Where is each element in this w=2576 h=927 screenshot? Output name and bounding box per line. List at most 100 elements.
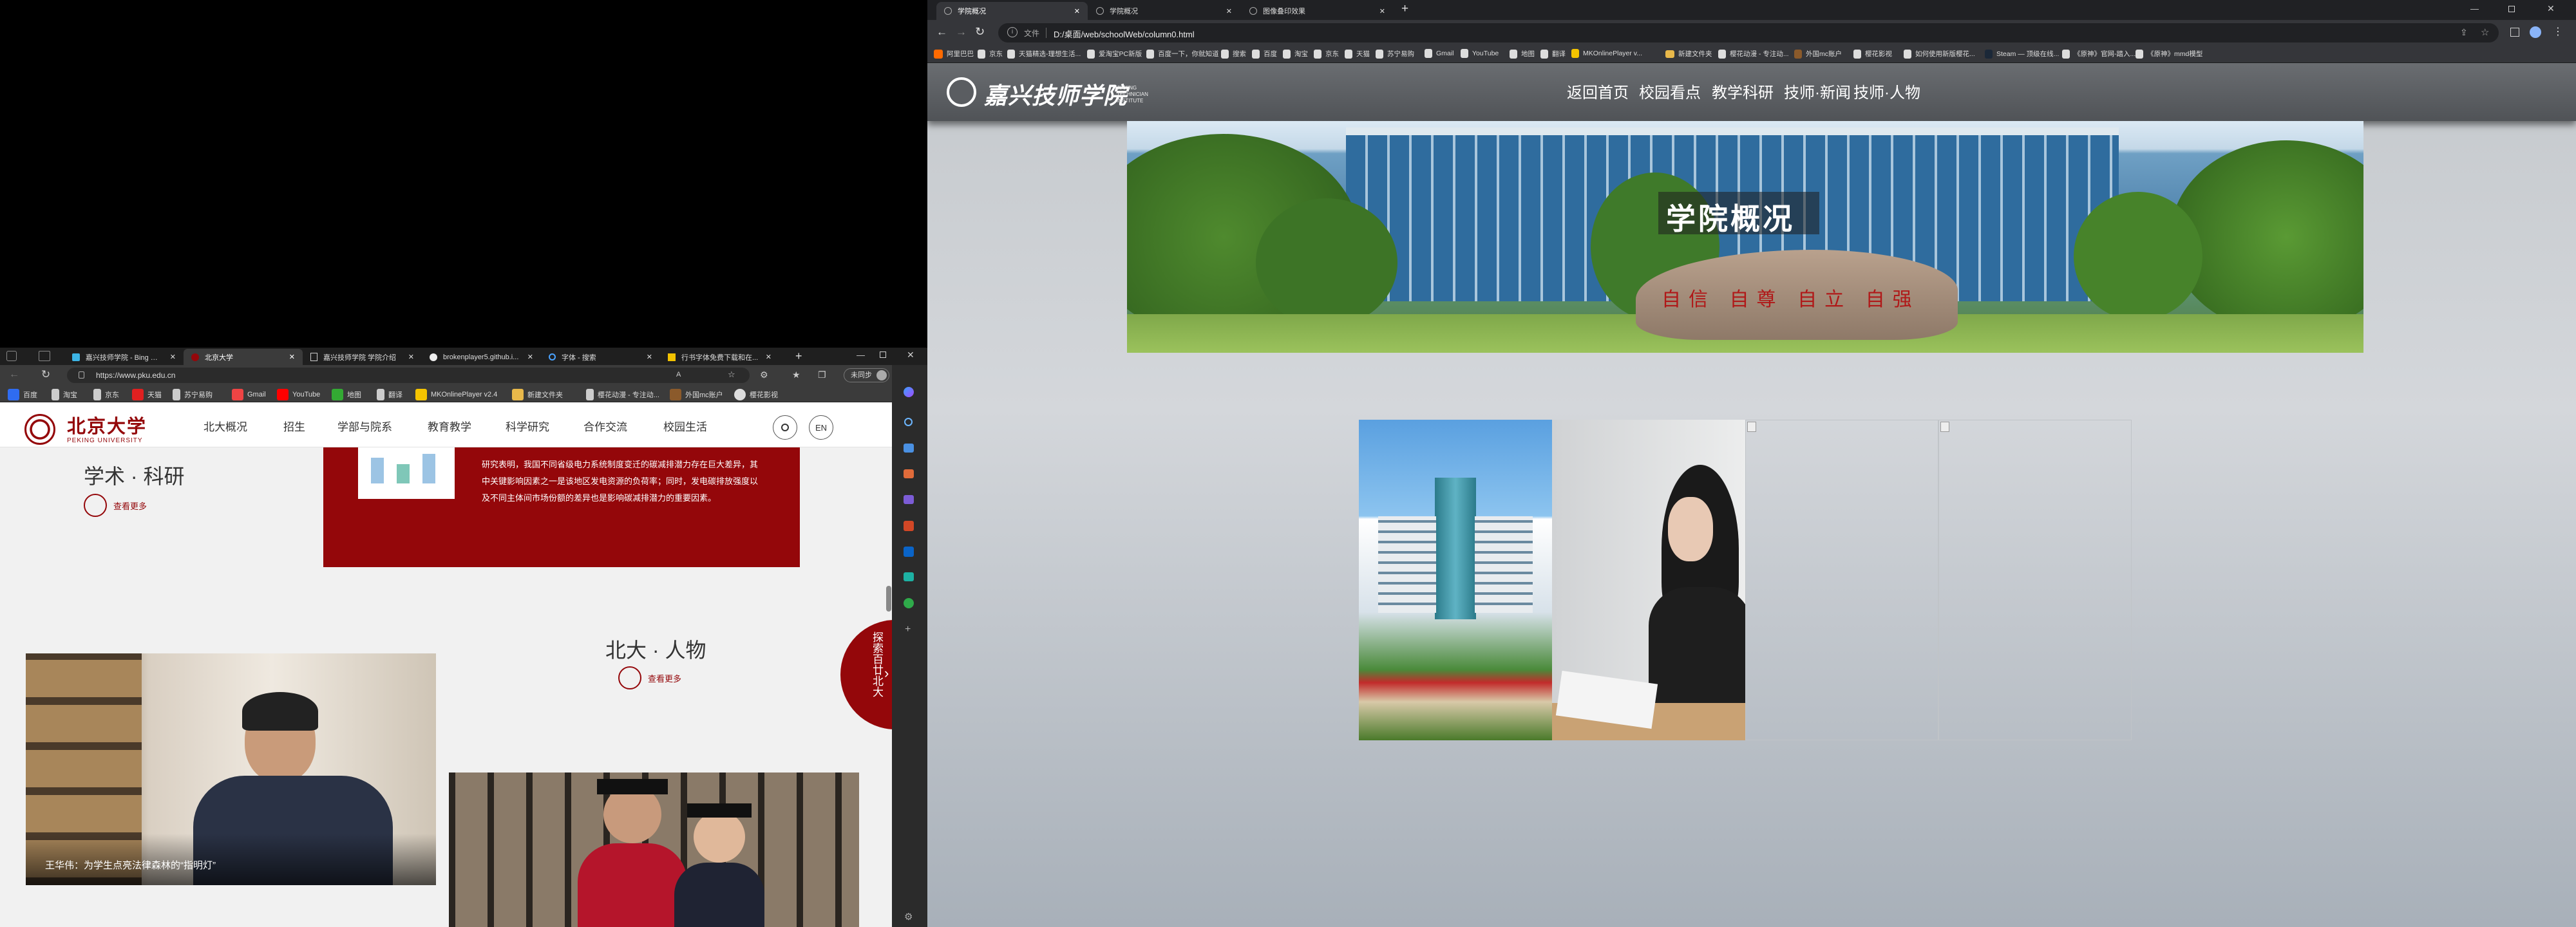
bookmark-item[interactable]: 天猫精选-理想生活... <box>1007 49 1081 59</box>
close-window-icon[interactable]: ✕ <box>2547 3 2555 14</box>
left-tab-3[interactable]: 嘉兴技师学院 学院介绍 ✕ <box>303 349 422 365</box>
search-button[interactable] <box>773 415 797 440</box>
share-icon[interactable]: ⇪ <box>2460 27 2468 38</box>
nav-home[interactable]: 返回首页 <box>1567 80 1629 102</box>
left-tab-6[interactable]: 行书字体免费下载和在... ✕ <box>660 349 779 365</box>
close-tab-icon[interactable]: ✕ <box>170 353 176 361</box>
close-tab-icon[interactable]: ✕ <box>289 353 295 361</box>
bookmark-item[interactable]: 搜索 <box>1221 49 1246 59</box>
sidebar-office-icon[interactable] <box>904 521 914 531</box>
read-aloud-icon[interactable]: A <box>676 371 681 379</box>
bookmark-item[interactable]: 樱花动漫 - 专注动... <box>1718 49 1789 59</box>
close-tab-icon[interactable]: ✕ <box>527 353 533 361</box>
nav-shenghuo[interactable]: 校园生活 <box>663 418 707 434</box>
nav-jiaoyu[interactable]: 教育教学 <box>428 418 471 434</box>
sidebar-add-icon[interactable]: + <box>905 624 911 635</box>
lang-en-button[interactable]: EN <box>809 415 833 440</box>
address-bar[interactable]: i 文件 D:/桌面/web/schoolWeb/column0.html ⇪ … <box>998 23 2499 42</box>
close-tab-icon[interactable]: ✕ <box>647 353 652 361</box>
bookmark-item[interactable]: 淘宝 <box>52 389 77 400</box>
left-tab-1[interactable]: 嘉兴技师学院 - Bing 搜索 ✕ <box>64 349 184 365</box>
pku-logo[interactable]: 北京大学 PEKING UNIVERSITY <box>24 411 160 445</box>
bookmark-item[interactable]: MKOnlinePlayer v... <box>1571 49 1642 58</box>
bookmark-item[interactable]: 京东 <box>93 389 119 400</box>
bookmark-item[interactable]: 樱花影视 <box>1853 49 1892 59</box>
nav-news[interactable]: 技师·新闻 <box>1784 80 1851 102</box>
bookmark-item[interactable]: 《原神》官网-踏入... <box>2062 49 2136 59</box>
refresh-icon[interactable]: ↻ <box>41 368 50 381</box>
tab-actions-icon[interactable] <box>39 351 50 361</box>
page-scrollbar[interactable] <box>886 586 891 612</box>
sidebar-settings-icon[interactable]: ⚙ <box>904 911 913 922</box>
nav-people[interactable]: 技师·人物 <box>1853 80 1920 102</box>
gallery-image-campus[interactable] <box>1359 420 1552 740</box>
nav-keyan[interactable]: 科学研究 <box>506 418 549 434</box>
close-tab-icon[interactable]: ✕ <box>766 353 772 361</box>
bookmark-item[interactable]: Gmail <box>232 389 266 400</box>
jiaxing-logo[interactable]: 嘉兴技师学院 JIAXING TECHNICIAN INSTITUTE <box>947 72 1159 112</box>
bookmark-item[interactable]: YouTube <box>1461 49 1499 58</box>
left-tab-4[interactable]: brokenplayer5.github.i... ✕ <box>422 349 541 365</box>
bookmark-item[interactable]: 百度 <box>1252 49 1277 59</box>
close-tab-icon[interactable]: ✕ <box>1379 7 1385 15</box>
back-icon[interactable]: ← <box>9 369 19 380</box>
bookmark-item[interactable]: 百度 <box>8 389 37 400</box>
bookmark-item[interactable]: 天猫 <box>132 389 162 400</box>
close-tab-icon[interactable]: ✕ <box>408 353 414 361</box>
bookmark-item[interactable]: Steam — 顶级在线... <box>1985 49 2059 59</box>
bookmark-item[interactable]: 外国mc账户 <box>670 389 723 400</box>
left-tab-2-active[interactable]: 北京大学 ✕ <box>184 349 303 365</box>
bookmark-folder[interactable]: 新建文件夹 <box>1665 49 1712 59</box>
sidebar-shopping-icon[interactable] <box>904 444 914 453</box>
people-more-link[interactable]: 查看更多 <box>618 666 681 689</box>
gallery-image-student[interactable] <box>1552 420 1745 740</box>
nav-hezuo[interactable]: 合作交流 <box>583 418 627 434</box>
close-window-icon[interactable]: ✕ <box>907 350 914 360</box>
nav-teaching[interactable]: 教学科研 <box>1712 80 1774 102</box>
sidebar-send-icon[interactable] <box>904 572 914 581</box>
sidebar-outlook-icon[interactable] <box>904 547 914 557</box>
new-tab-button[interactable]: + <box>795 350 802 363</box>
nav-gaikuang[interactable]: 北大概况 <box>204 418 247 434</box>
left-tab-5[interactable]: 字体 - 搜索 ✕ <box>541 349 660 365</box>
bookmark-item[interactable]: 《原神》mmd模型 <box>2136 49 2202 59</box>
bookmark-item[interactable]: 苏宁易购 <box>1376 49 1414 59</box>
gallery-image-broken-1[interactable] <box>1745 420 1938 740</box>
bookmark-item[interactable]: 淘宝 <box>1283 49 1308 59</box>
right-tab-3[interactable]: 图像叠印效果 ✕ <box>1242 2 1393 20</box>
sidebar-tools-icon[interactable] <box>904 469 914 478</box>
sidebar-search-icon[interactable] <box>904 418 913 426</box>
extensions-icon[interactable]: ⚙ <box>760 370 768 380</box>
bookmark-item[interactable]: 樱花影视 <box>734 389 778 400</box>
forward-icon[interactable]: → <box>956 26 967 39</box>
favorite-icon[interactable]: ☆ <box>728 370 735 380</box>
collections-icon[interactable]: ❐ <box>818 370 826 380</box>
sidebar-games-icon[interactable] <box>904 495 914 504</box>
bookmark-item[interactable]: 苏宁易购 <box>173 389 213 400</box>
info-icon[interactable]: i <box>1007 27 1018 37</box>
nav-xuebu[interactable]: 学部与院系 <box>337 418 392 434</box>
research-card[interactable]: 研究表明，我国不同省级电力系统制度变迁的碳减排潜力存在巨大差异，其中关键影响因素… <box>323 447 800 567</box>
side-panel-icon[interactable] <box>2510 28 2519 37</box>
bookmark-item[interactable]: 百度一下，你就知道 <box>1146 49 1219 59</box>
minimize-icon[interactable]: — <box>2470 4 2479 14</box>
favorites-icon[interactable]: ★ <box>792 370 800 380</box>
bookmark-item[interactable]: 天猫 <box>1345 49 1370 59</box>
bookmark-star-icon[interactable]: ☆ <box>2481 26 2489 38</box>
sidebar-discover-icon[interactable] <box>904 387 914 397</box>
close-tab-icon[interactable]: ✕ <box>1074 7 1080 15</box>
right-tab-2[interactable]: 学院概况 ✕ <box>1088 2 1240 20</box>
bookmark-item[interactable]: 京东 <box>1314 49 1339 59</box>
maximize-icon[interactable] <box>2508 6 2515 12</box>
nav-campus[interactable]: 校园看点 <box>1639 80 1701 102</box>
bookmark-item[interactable]: Gmail <box>1425 49 1454 58</box>
gallery-image-broken-2[interactable] <box>1938 420 2132 740</box>
people-photo[interactable]: 王华伟：为学生点亮法律森林的“指明灯” <box>26 653 436 885</box>
bookmark-item[interactable]: 翻译 <box>377 389 402 400</box>
minimize-icon[interactable]: — <box>857 350 865 360</box>
research-more-link[interactable]: 查看更多 <box>84 494 147 517</box>
bookmark-item[interactable]: 翻译 <box>1540 49 1566 59</box>
profile-button[interactable]: 未同步 <box>844 368 889 382</box>
lock-icon[interactable] <box>79 371 84 379</box>
bookmark-item[interactable]: 地图 <box>332 389 361 400</box>
